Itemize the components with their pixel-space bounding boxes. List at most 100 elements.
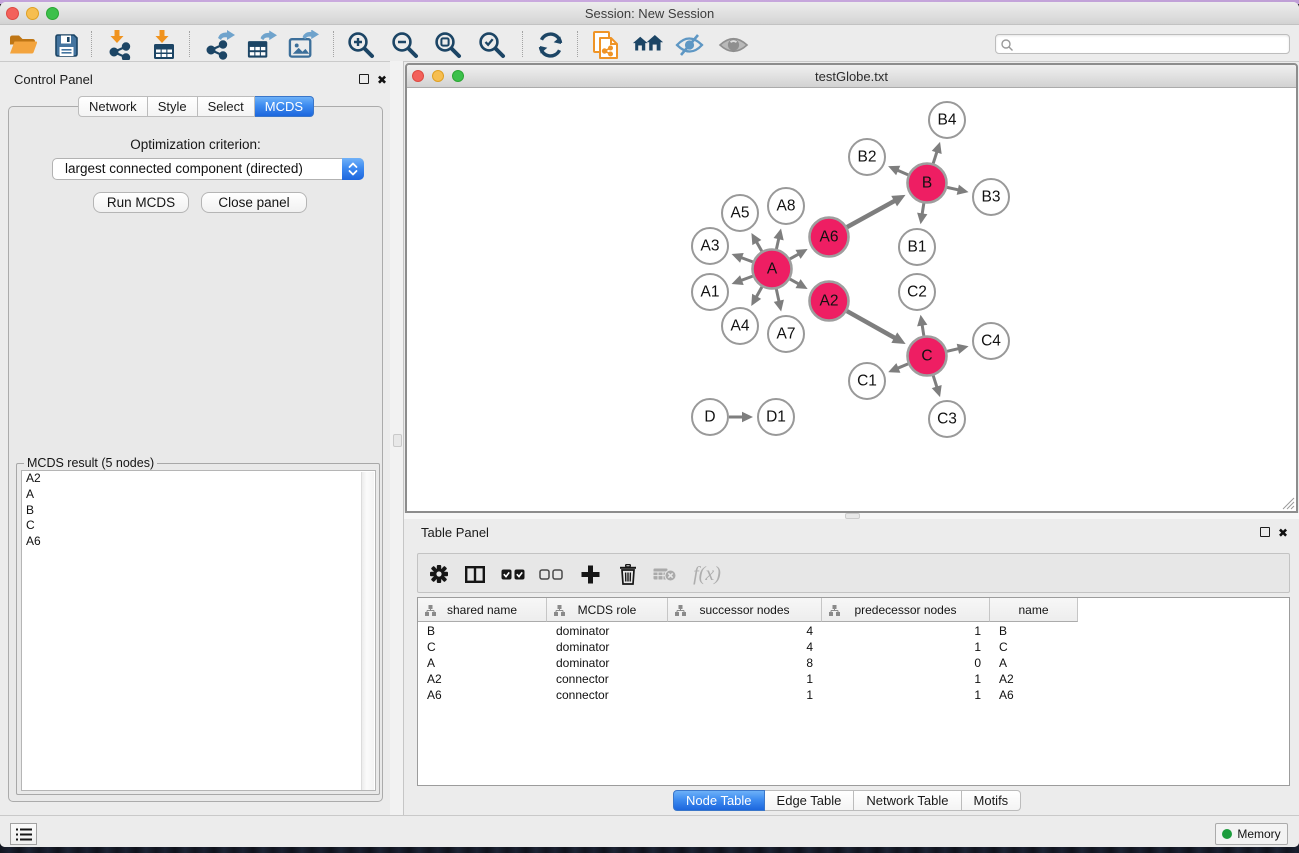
edge-A-A7[interactable] — [776, 289, 779, 302]
open-session-icon[interactable] — [6, 30, 38, 60]
export-image-icon[interactable] — [287, 30, 319, 60]
table-row[interactable]: Bdominator41B — [418, 623, 1289, 639]
graph-node-A4[interactable]: A4 — [722, 308, 758, 344]
show-graphics-details-icon[interactable] — [717, 30, 749, 60]
result-item[interactable]: A — [22, 487, 375, 503]
zoom-selected-icon[interactable] — [476, 30, 508, 60]
edge-B-B2[interactable] — [897, 170, 908, 175]
edge-A-A5[interactable] — [756, 242, 761, 252]
tab-edge-table[interactable]: Edge Table — [765, 790, 855, 811]
close-panel-icon[interactable]: ✖ — [377, 75, 387, 85]
tab-select[interactable]: Select — [198, 96, 255, 117]
tab-style[interactable]: Style — [148, 96, 198, 117]
close-panel-icon[interactable]: ✖ — [1278, 528, 1288, 538]
tab-node-table[interactable]: Node Table — [673, 790, 765, 811]
graph-node-B2[interactable]: B2 — [849, 139, 885, 175]
edge-A6-B[interactable] — [847, 201, 895, 227]
graph-node-C1[interactable]: C1 — [849, 363, 885, 399]
run-mcds-button[interactable]: Run MCDS — [93, 192, 189, 213]
select-all-rows-icon[interactable] — [500, 561, 526, 587]
table-row[interactable]: A2connector11A2 — [418, 671, 1289, 687]
zoom-in-icon[interactable] — [345, 30, 377, 60]
export-table-icon[interactable] — [245, 30, 277, 60]
graph-node-D[interactable]: D — [692, 399, 728, 435]
graph-node-C2[interactable]: C2 — [899, 274, 935, 310]
graph-node-B[interactable]: B — [908, 164, 947, 203]
graph-node-A2[interactable]: A2 — [810, 282, 849, 321]
panel-divider-vertical[interactable] — [390, 61, 404, 815]
split-table-icon[interactable] — [462, 561, 488, 587]
hide-graphics-details-icon[interactable] — [673, 30, 705, 60]
edge-A-A2[interactable] — [790, 279, 799, 284]
result-scrollbar[interactable] — [361, 472, 374, 791]
apply-layout-icon[interactable] — [534, 30, 566, 60]
import-network-icon[interactable] — [104, 30, 136, 60]
criterion-dropdown[interactable]: largest connected component (directed) — [52, 158, 364, 180]
edge-C-C2[interactable] — [922, 325, 924, 336]
graph-node-A1[interactable]: A1 — [692, 274, 728, 310]
graph-node-A7[interactable]: A7 — [768, 316, 804, 352]
graph-node-A8[interactable]: A8 — [768, 188, 804, 224]
result-item[interactable]: A6 — [22, 534, 375, 550]
network-overview-icon[interactable] — [632, 30, 664, 60]
mcds-result-list[interactable]: A2ABCA6 — [21, 470, 376, 791]
delete-table-icon[interactable] — [652, 561, 678, 587]
memory-button[interactable]: Memory — [1215, 823, 1288, 845]
zoom-out-icon[interactable] — [389, 30, 421, 60]
table-row[interactable]: A6connector11A6 — [418, 687, 1289, 703]
save-session-icon[interactable] — [50, 30, 82, 60]
graph-node-B4[interactable]: B4 — [929, 102, 965, 138]
graph-node-C3[interactable]: C3 — [929, 401, 965, 437]
result-item[interactable]: C — [22, 518, 375, 534]
export-network-icon[interactable] — [203, 30, 235, 60]
graph-node-B1[interactable]: B1 — [899, 229, 935, 265]
deselect-all-rows-icon[interactable] — [538, 561, 564, 587]
search-input[interactable] — [995, 34, 1290, 54]
edge-A-A4[interactable] — [756, 287, 762, 297]
result-item[interactable]: A2 — [22, 471, 375, 487]
graph-node-C4[interactable]: C4 — [973, 323, 1009, 359]
result-item[interactable]: B — [22, 503, 375, 519]
table-row[interactable]: Cdominator41C — [418, 639, 1289, 655]
edge-A2-C[interactable] — [847, 311, 895, 338]
edge-C-C4[interactable] — [947, 349, 959, 352]
table-row[interactable]: Adominator80A — [418, 655, 1289, 671]
zoom-fit-icon[interactable] — [432, 30, 464, 60]
graph-node-A[interactable]: A — [753, 250, 792, 289]
graph-node-C[interactable]: C — [908, 337, 947, 376]
edge-B-B3[interactable] — [947, 187, 959, 190]
import-table-icon[interactable] — [148, 30, 180, 60]
graph-node-A6[interactable]: A6 — [810, 218, 849, 257]
column-header-successor-nodes[interactable]: successor nodes — [668, 598, 822, 622]
edge-B-B4[interactable] — [933, 151, 937, 163]
edge-C-C3[interactable] — [933, 376, 937, 388]
edge-A-A8[interactable] — [776, 238, 778, 249]
edge-C-C1[interactable] — [897, 364, 908, 368]
column-settings-icon[interactable] — [426, 561, 452, 587]
divider-grip[interactable] — [393, 434, 402, 447]
graph-node-D1[interactable]: D1 — [758, 399, 794, 435]
edge-A-A3[interactable] — [741, 257, 753, 261]
column-header-predecessor-nodes[interactable]: predecessor nodes — [822, 598, 990, 622]
edge-A-A6[interactable] — [790, 254, 799, 259]
add-column-icon[interactable] — [577, 561, 603, 587]
delete-column-icon[interactable] — [615, 561, 641, 587]
edge-B-B1[interactable] — [922, 203, 924, 214]
close-panel-button[interactable]: Close panel — [201, 192, 307, 213]
tab-mcds[interactable]: MCDS — [255, 96, 314, 117]
tab-network-table[interactable]: Network Table — [854, 790, 961, 811]
network-graph-canvas[interactable]: B4 B2 B B3 A5 A8A6 B1 A3 A A1 C2 A2 A4 A7 C4 C C1 C3 D D1 — [407, 89, 1296, 511]
tab-motifs[interactable]: Motifs — [962, 790, 1022, 811]
float-panel-icon[interactable] — [1260, 527, 1270, 537]
graph-node-A3[interactable]: A3 — [692, 228, 728, 264]
tab-network[interactable]: Network — [78, 96, 148, 117]
graph-node-B3[interactable]: B3 — [973, 179, 1009, 215]
edge-A-A1[interactable] — [741, 276, 753, 280]
resize-grip-icon[interactable] — [1280, 495, 1295, 510]
column-header-name[interactable]: name — [990, 598, 1078, 622]
float-panel-icon[interactable] — [359, 74, 369, 84]
clone-network-icon[interactable] — [590, 30, 622, 60]
graph-node-A5[interactable]: A5 — [722, 195, 758, 231]
column-header-MCDS-role[interactable]: MCDS role — [547, 598, 668, 622]
column-header-shared-name[interactable]: shared name — [418, 598, 547, 622]
